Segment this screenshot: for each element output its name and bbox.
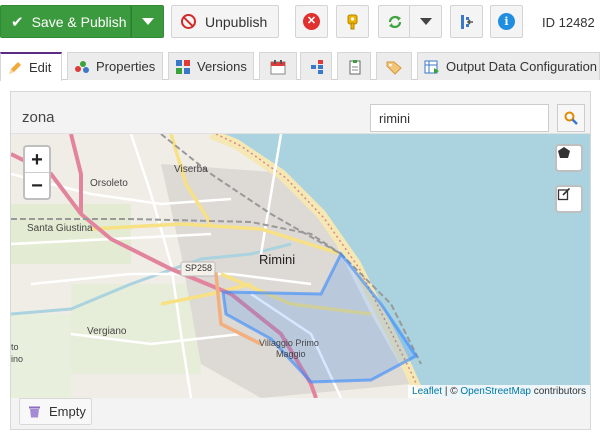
tab-tags[interactable] [376,52,412,80]
output-config-icon [424,60,439,74]
unpublish-button[interactable]: Unpublish [171,5,279,38]
pencil-icon [9,61,21,74]
tab-label: Output Data Configuration [446,59,598,74]
place-label: Vergiano [87,326,127,337]
more-actions-dropdown[interactable] [409,5,442,38]
dependencies-icon [311,59,323,74]
attribution-tail: contributors [530,386,586,397]
reload-button[interactable] [378,5,411,38]
tab-label: Versions [197,59,247,74]
city-label: Rimini [259,252,296,267]
tab-properties[interactable]: Properties [67,52,163,80]
tab-label: Edit [29,60,52,75]
save-publish-button[interactable]: ✔ Save & Publish [0,5,131,38]
panel-header: zona [11,92,590,134]
tab-notes[interactable] [337,52,371,80]
chevron-down-icon [141,18,154,25]
refresh-icon [388,15,401,28]
map-attribution: Leaflet | © OpenStreetMap contributors [408,385,590,398]
publish-dropdown-button[interactable] [131,5,164,38]
tab-label: Properties [96,59,156,74]
versions-icon [176,59,190,74]
place-label: Villaggio Primo [259,338,319,348]
show-in-tree-button[interactable] [450,5,483,38]
search-icon [564,111,578,125]
place-label: Maggio [276,349,306,359]
trash-icon [29,406,40,418]
tree-locate-icon [460,14,473,29]
properties-icon [75,60,89,73]
map-view[interactable]: Orsoleto Viserba Santa Giustina SP258 Ri… [11,134,590,398]
tab-edit[interactable]: Edit [0,52,62,81]
save-publish-label: Save & Publish [31,13,127,30]
search-button[interactable] [557,104,585,132]
polygon-icon [558,147,570,158]
zoom-control: + − [23,145,51,200]
chevron-down-icon [419,18,432,25]
unpublish-label: Unpublish [205,13,268,30]
place-label: Orsoleto [90,178,128,189]
road-shield-label: SP258 [185,263,213,273]
place-label: to [11,342,19,352]
close-icon: ✕ [303,13,320,30]
check-icon: ✔ [11,13,24,31]
zoom-in-button[interactable]: + [25,147,49,173]
info-icon: i [498,13,515,30]
toolbar: ✔ Save & Publish Unpublish ✕ i ID 12482 [0,0,600,44]
openstreetmap-link[interactable]: OpenStreetMap [460,386,531,397]
tab-output-data-configuration[interactable]: Output Data Configuration [417,52,600,80]
edit-icon [557,187,571,201]
attribution-separator: | © [442,386,461,397]
field-title: zona [22,109,55,126]
ban-icon [181,14,196,29]
empty-label: Empty [49,404,86,419]
leaflet-link[interactable]: Leaflet [412,386,442,397]
tag-icon [386,61,402,75]
geo-polygon-panel: zona rimini Orsoleto Viserba Santa Giust… [10,91,591,430]
info-button[interactable]: i [490,5,523,38]
object-id: ID 12482 [542,15,595,30]
key-icon [347,14,357,29]
tab-dependencies[interactable] [300,52,332,80]
edit-layers-button[interactable] [555,185,583,213]
rename-button[interactable] [336,5,369,38]
place-label: Santa Giustina [27,223,93,234]
place-label: ino [11,354,24,364]
delete-button[interactable]: ✕ [295,5,328,38]
location-search-input[interactable] [370,104,549,132]
notes-icon [349,59,361,74]
zoom-out-button[interactable]: − [25,173,49,199]
panel-footer: Empty [11,398,590,430]
tab-schedule[interactable] [259,52,297,80]
tab-bar: Edit Properties Versions Output Data Con… [0,52,600,81]
place-label: Viserba [174,164,208,175]
draw-polygon-button[interactable] [555,144,583,172]
calendar-icon [270,59,286,74]
tab-versions[interactable]: Versions [168,52,254,80]
empty-button[interactable]: Empty [19,398,92,425]
